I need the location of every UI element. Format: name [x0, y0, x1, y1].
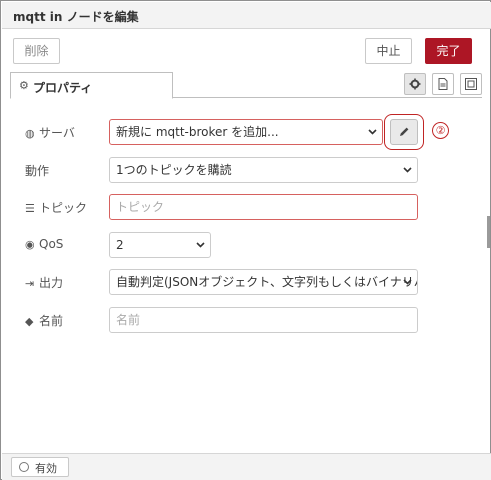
- description-tab-button[interactable]: [432, 73, 454, 95]
- topic-label: ☰ トピック: [25, 199, 87, 216]
- cog-icon: [409, 78, 421, 90]
- topic-input[interactable]: トピック: [109, 194, 418, 220]
- list-icon: ☰: [25, 202, 35, 215]
- layout-icon: [465, 78, 477, 90]
- name-input[interactable]: 名前: [109, 307, 418, 333]
- output-select-value: 自動判定(JSONオブジェクト、文字列もしくはバイナリバ: [116, 275, 417, 289]
- output-select[interactable]: 自動判定(JSONオブジェクト、文字列もしくはバイナリバ: [109, 269, 418, 295]
- topic-input-placeholder: トピック: [116, 200, 165, 214]
- tab-properties-label: プロパティ: [33, 81, 93, 95]
- chevron-down-icon: [403, 167, 412, 173]
- delete-button[interactable]: 削除: [13, 38, 60, 64]
- action-select-value: 1つのトピックを購読: [116, 163, 232, 177]
- qos-label: ◉ QoS: [25, 237, 63, 251]
- output-label: ⇥ 出力: [25, 274, 63, 291]
- circle-icon: [19, 462, 29, 472]
- action-select[interactable]: 1つのトピックを購読: [109, 157, 418, 183]
- server-label-text: サーバ: [39, 126, 75, 140]
- cancel-button[interactable]: 中止: [365, 38, 412, 64]
- file-icon: [438, 78, 448, 90]
- sign-out-icon: ⇥: [25, 277, 35, 290]
- tag-icon: ◆: [25, 315, 34, 328]
- name-label: ◆ 名前: [25, 312, 63, 329]
- topic-label-text: トピック: [39, 201, 88, 215]
- annotation-highlight-box: [384, 114, 424, 150]
- output-label-text: 出力: [39, 276, 64, 290]
- qos-row: ◉ QoS: [1, 232, 491, 258]
- tab-properties[interactable]: ⚙ プロパティ: [10, 72, 173, 99]
- chevron-down-icon: [403, 279, 412, 285]
- done-button[interactable]: 完了: [425, 38, 472, 64]
- name-input-placeholder: 名前: [116, 313, 141, 327]
- enabled-label: 有効: [35, 462, 57, 475]
- dialog-footer: 有効: [2, 453, 491, 480]
- action-label: 動作: [25, 164, 50, 178]
- node-edit-dialog: mqtt in ノードを編集 削除 中止 完了 ⚙ プロパティ ◍ サーバ 新規…: [0, 0, 491, 480]
- server-label: ◍ サーバ: [25, 124, 75, 141]
- radio-icon: ◉: [25, 238, 35, 251]
- enabled-toggle[interactable]: 有効: [11, 457, 69, 477]
- qos-select[interactable]: 2: [109, 232, 211, 258]
- settings-tab-button[interactable]: [404, 73, 426, 95]
- server-select[interactable]: 新規に mqtt-broker を追加...: [109, 119, 383, 145]
- dialog-title: mqtt in ノードを編集: [13, 10, 139, 24]
- panel-resize-handle[interactable]: [487, 216, 490, 248]
- globe-icon: ◍: [25, 127, 35, 140]
- chevron-down-icon: [196, 242, 205, 248]
- appearance-tab-button[interactable]: [460, 73, 482, 95]
- name-label-text: 名前: [39, 314, 64, 328]
- server-select-value: 新規に mqtt-broker を追加...: [116, 125, 279, 139]
- cog-icon: ⚙: [19, 79, 29, 92]
- chevron-down-icon: [368, 129, 377, 135]
- qos-label-text: QoS: [39, 237, 64, 251]
- tab-strip: ⚙ プロパティ: [10, 72, 482, 99]
- annotation-marker: ②: [432, 122, 449, 139]
- dialog-titlebar: mqtt in ノードを編集: [2, 2, 491, 29]
